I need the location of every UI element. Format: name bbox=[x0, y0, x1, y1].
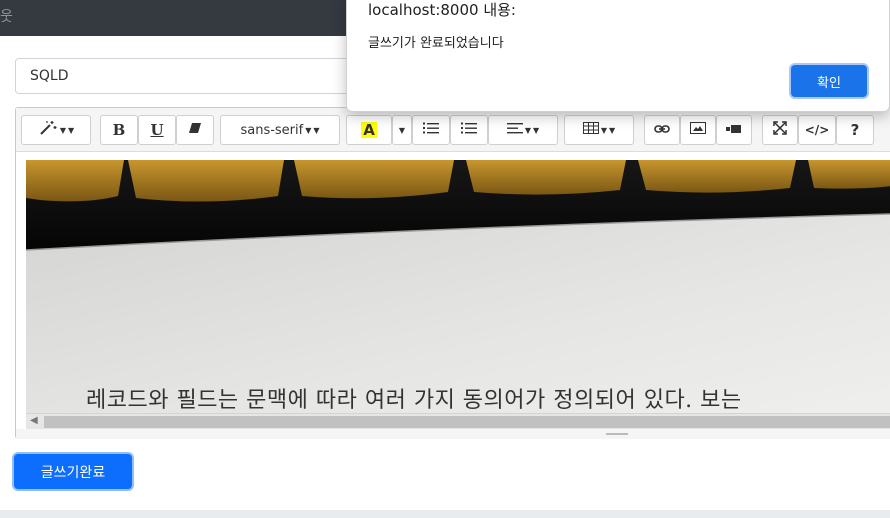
scroll-left-arrow-icon[interactable]: ◀ bbox=[30, 415, 38, 426]
ordered-list-icon bbox=[461, 122, 477, 138]
submit-post-button[interactable]: 글쓰기완료 bbox=[14, 454, 132, 489]
editor-toolbar: ▼ ▼ B U sans-serif ▼ ▼ A ▼ ▼ ▼ ▼ ▼ </> ? bbox=[16, 108, 890, 152]
fullscreen-button[interactable] bbox=[762, 115, 798, 145]
footer-strip bbox=[0, 510, 890, 518]
picture-icon bbox=[690, 122, 706, 138]
chevron-down-icon: ▼ bbox=[68, 125, 75, 135]
horizontal-scrollbar[interactable]: ◀ bbox=[26, 413, 890, 429]
unordered-list-button[interactable] bbox=[412, 115, 450, 145]
photo-caption-text: 레코드와 필드는 문맥에 따라 여러 가지 동의어가 정의되어 있다. 보는 bbox=[86, 388, 742, 413]
style-dropdown-button[interactable]: ▼ ▼ bbox=[21, 115, 91, 145]
font-family-dropdown[interactable]: sans-serif ▼ ▼ bbox=[220, 115, 340, 145]
editor-content-area[interactable]: 레코드와 필드는 문맥에 따라 여러 가지 동의어가 정의되어 있다. 보는 bbox=[26, 160, 890, 416]
unordered-list-icon bbox=[423, 122, 439, 138]
align-left-icon bbox=[506, 122, 523, 138]
chevron-down-icon: ▼ bbox=[533, 125, 540, 135]
codeview-button[interactable]: </> bbox=[798, 115, 836, 145]
resize-grip-icon[interactable] bbox=[606, 433, 628, 435]
ordered-list-button[interactable] bbox=[450, 115, 488, 145]
table-icon bbox=[582, 122, 599, 138]
paragraph-dropdown-button[interactable]: ▼ ▼ bbox=[488, 115, 558, 145]
pasted-photo bbox=[26, 160, 890, 416]
clear-format-button[interactable] bbox=[176, 115, 214, 145]
chevron-down-icon: ▼ bbox=[313, 125, 320, 135]
title-input-value: SQLD bbox=[30, 68, 69, 84]
underline-button[interactable]: U bbox=[138, 115, 176, 145]
text-color-button[interactable]: A bbox=[346, 115, 392, 145]
chevron-down-icon: ▼ bbox=[524, 125, 531, 135]
rich-text-editor: ▼ ▼ B U sans-serif ▼ ▼ A ▼ ▼ ▼ ▼ ▼ </> ?… bbox=[15, 107, 890, 439]
bold-label: B bbox=[112, 121, 126, 139]
eraser-icon bbox=[188, 122, 202, 138]
fullscreen-icon bbox=[773, 121, 787, 139]
font-family-value: sans-serif bbox=[240, 122, 304, 138]
magic-wand-icon bbox=[38, 120, 58, 140]
dialog-title: localhost:8000 내용: bbox=[368, 1, 516, 19]
table-dropdown-button[interactable]: ▼ ▼ bbox=[564, 115, 634, 145]
dialog-ok-button[interactable]: 확인 bbox=[791, 65, 867, 97]
text-color-label: A bbox=[361, 121, 377, 139]
alert-dialog: localhost:8000 내용: 글쓰기가 완료되었습니다 확인 bbox=[346, 0, 890, 112]
codeview-label: </> bbox=[804, 123, 830, 137]
chevron-down-icon: ▼ bbox=[398, 125, 406, 135]
video-icon bbox=[726, 123, 742, 138]
bold-button[interactable]: B bbox=[100, 115, 138, 145]
dialog-message: 글쓰기가 완료되었습니다 bbox=[368, 36, 504, 51]
chevron-down-icon: ▼ bbox=[609, 125, 616, 135]
color-dropdown-button[interactable]: ▼ bbox=[392, 115, 412, 145]
picture-button[interactable] bbox=[680, 115, 716, 145]
link-button[interactable] bbox=[644, 115, 680, 145]
help-button[interactable]: ? bbox=[836, 115, 874, 145]
navbar-brand-fragment[interactable]: 웃 bbox=[0, 6, 13, 26]
chevron-down-icon: ▼ bbox=[600, 125, 607, 135]
editor-resize-bar[interactable] bbox=[16, 429, 890, 439]
video-button[interactable] bbox=[716, 115, 752, 145]
chevron-down-icon: ▼ bbox=[305, 125, 312, 135]
help-label: ? bbox=[850, 121, 860, 139]
underline-label: U bbox=[150, 121, 164, 139]
scrollbar-thumb[interactable] bbox=[44, 416, 890, 428]
chevron-down-icon: ▼ bbox=[59, 125, 66, 135]
link-icon bbox=[654, 123, 670, 138]
